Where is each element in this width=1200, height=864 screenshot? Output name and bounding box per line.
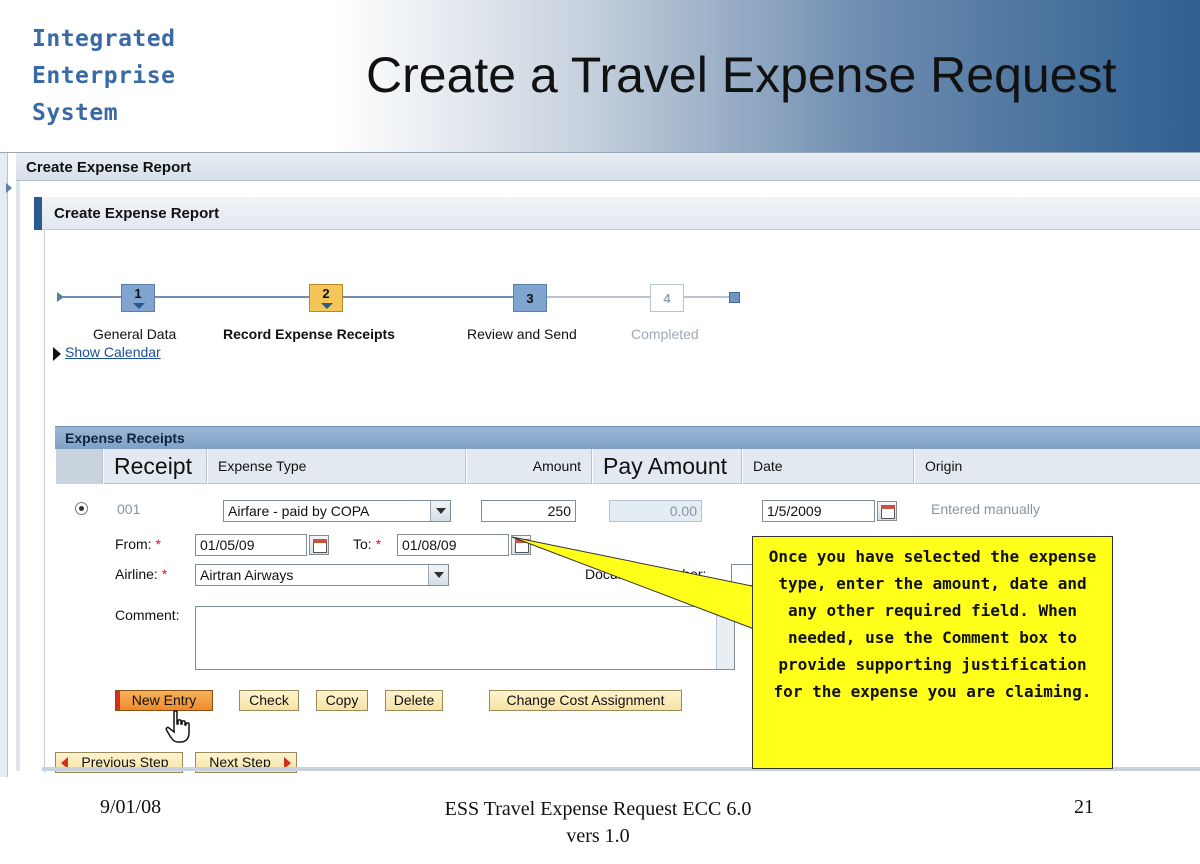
delete-button[interactable]: Delete <box>385 690 443 711</box>
roadmap-step-3[interactable]: 3 <box>513 284 547 312</box>
column-header-date[interactable]: Date <box>742 449 914 484</box>
comment-label: Comment: <box>115 607 180 623</box>
panel-left-border <box>16 181 20 771</box>
slide-number: 21 <box>1074 796 1094 818</box>
copy-button[interactable]: Copy <box>316 690 368 711</box>
footer-title: ESS Travel Expense Request ECC 6.0 vers … <box>420 796 776 850</box>
roadmap-label-review-send[interactable]: Review and Send <box>467 326 577 342</box>
amount-field[interactable]: 250 <box>481 500 576 522</box>
step-marker-icon <box>321 303 333 309</box>
column-header-pay-amount[interactable]: Pay Amount <box>592 449 742 484</box>
document-number-label: Document Number: <box>585 566 707 582</box>
roadmap-connector <box>155 296 309 298</box>
calendar-icon[interactable] <box>309 535 329 555</box>
roadmap: 1 2 3 4 General Data Record Expense Rece… <box>57 257 757 342</box>
callout-note: Once you have selected the expense type,… <box>752 536 1113 769</box>
from-date-field[interactable]: 01/05/09 <box>195 534 307 556</box>
roadmap-step-number: 3 <box>526 291 534 306</box>
column-header-select <box>55 449 103 484</box>
inner-title-bar: Create Expense Report <box>34 197 1200 230</box>
airline-label: Airline: * <box>115 566 167 582</box>
hand-cursor-icon <box>165 710 190 743</box>
airline-label-text: Airline: <box>115 566 158 582</box>
to-date-field[interactable]: 01/08/09 <box>397 534 509 556</box>
from-label: From: * <box>115 536 161 552</box>
expense-type-dropdown[interactable]: Airfare - paid by COPA <box>223 500 451 522</box>
navigation-collapse-bar[interactable] <box>0 153 12 777</box>
brand-line-enterprise: Enterprise <box>32 63 176 89</box>
inner-panel-title: Create Expense Report <box>54 205 220 222</box>
roadmap-step-4: 4 <box>650 284 684 312</box>
roadmap-step-number: 2 <box>322 286 330 301</box>
expand-triangle-icon[interactable] <box>53 347 61 361</box>
pay-amount-field: 0.00 <box>609 500 702 522</box>
airline-dropdown[interactable]: Airtran Airways <box>195 564 449 586</box>
brand-line-integrated: Integrated <box>32 26 176 52</box>
check-button[interactable]: Check <box>239 690 299 711</box>
roadmap-label-general-data[interactable]: General Data <box>93 326 176 342</box>
show-calendar-link[interactable]: Show Calendar <box>65 344 161 360</box>
column-header-expense-type[interactable]: Expense Type <box>207 449 466 484</box>
row-select-radio[interactable] <box>75 502 88 515</box>
footer-title-line1: ESS Travel Expense Request ECC 6.0 <box>444 798 752 820</box>
roadmap-end-icon <box>729 292 740 303</box>
comment-scrollbar[interactable] <box>716 607 734 669</box>
calendar-icon[interactable] <box>877 501 897 521</box>
column-header-amount[interactable]: Amount <box>466 449 592 484</box>
roadmap-label-completed: Completed <box>631 326 699 342</box>
chevron-down-icon[interactable] <box>428 565 448 585</box>
from-label-text: From: <box>115 536 152 552</box>
expense-type-value: Airfare - paid by COPA <box>228 503 370 519</box>
column-header-receipt[interactable]: Receipt <box>103 449 207 484</box>
footer-date: 9/01/08 <box>100 796 162 818</box>
callout-text: Once you have selected the expense type,… <box>768 547 1097 701</box>
roadmap-step-1[interactable]: 1 <box>121 284 155 312</box>
footer-title-line2: vers 1.0 <box>566 825 630 847</box>
roadmap-step-number: 1 <box>134 286 142 301</box>
outer-title-bar: Create Expense Report <box>16 153 1200 181</box>
roadmap-step-2[interactable]: 2 <box>309 284 343 312</box>
outer-panel-title: Create Expense Report <box>26 159 192 176</box>
expense-receipts-title: Expense Receipts <box>65 430 185 446</box>
step-marker-icon <box>133 303 145 309</box>
calendar-icon[interactable] <box>511 535 531 555</box>
origin-value: Entered manually <box>931 501 1040 517</box>
title-accent <box>34 197 42 230</box>
roadmap-step-number: 4 <box>663 291 671 306</box>
roadmap-connector <box>63 296 121 298</box>
to-label: To: * <box>353 536 381 552</box>
receipt-number: 001 <box>117 501 141 517</box>
table-header-row: Receipt Expense Type Amount Pay Amount D… <box>55 449 1200 484</box>
expense-receipts-header: Expense Receipts <box>55 426 1200 449</box>
roadmap-connector <box>684 296 729 298</box>
slide-title: Create a Travel Expense Request <box>366 47 1117 103</box>
comment-textarea[interactable] <box>195 606 735 670</box>
roadmap-connector <box>547 296 650 298</box>
column-header-origin[interactable]: Origin <box>914 449 1200 484</box>
new-entry-button[interactable]: New Entry <box>115 690 213 711</box>
airline-value: Airtran Airways <box>200 567 294 583</box>
expand-arrow-icon[interactable] <box>6 183 12 193</box>
change-cost-assignment-button[interactable]: Change Cost Assignment <box>489 690 682 711</box>
required-marker: * <box>161 566 168 582</box>
roadmap-label-record-receipts[interactable]: Record Expense Receipts <box>223 326 395 342</box>
brand-line-system: System <box>32 100 119 126</box>
date-field[interactable]: 1/5/2009 <box>762 500 875 522</box>
to-label-text: To: <box>353 536 372 552</box>
roadmap-connector <box>343 296 513 298</box>
chevron-down-icon[interactable] <box>430 501 450 521</box>
required-marker: * <box>155 536 161 552</box>
slide-header: Integrated Enterprise System Create a Tr… <box>0 0 1200 152</box>
required-marker: * <box>375 536 382 552</box>
